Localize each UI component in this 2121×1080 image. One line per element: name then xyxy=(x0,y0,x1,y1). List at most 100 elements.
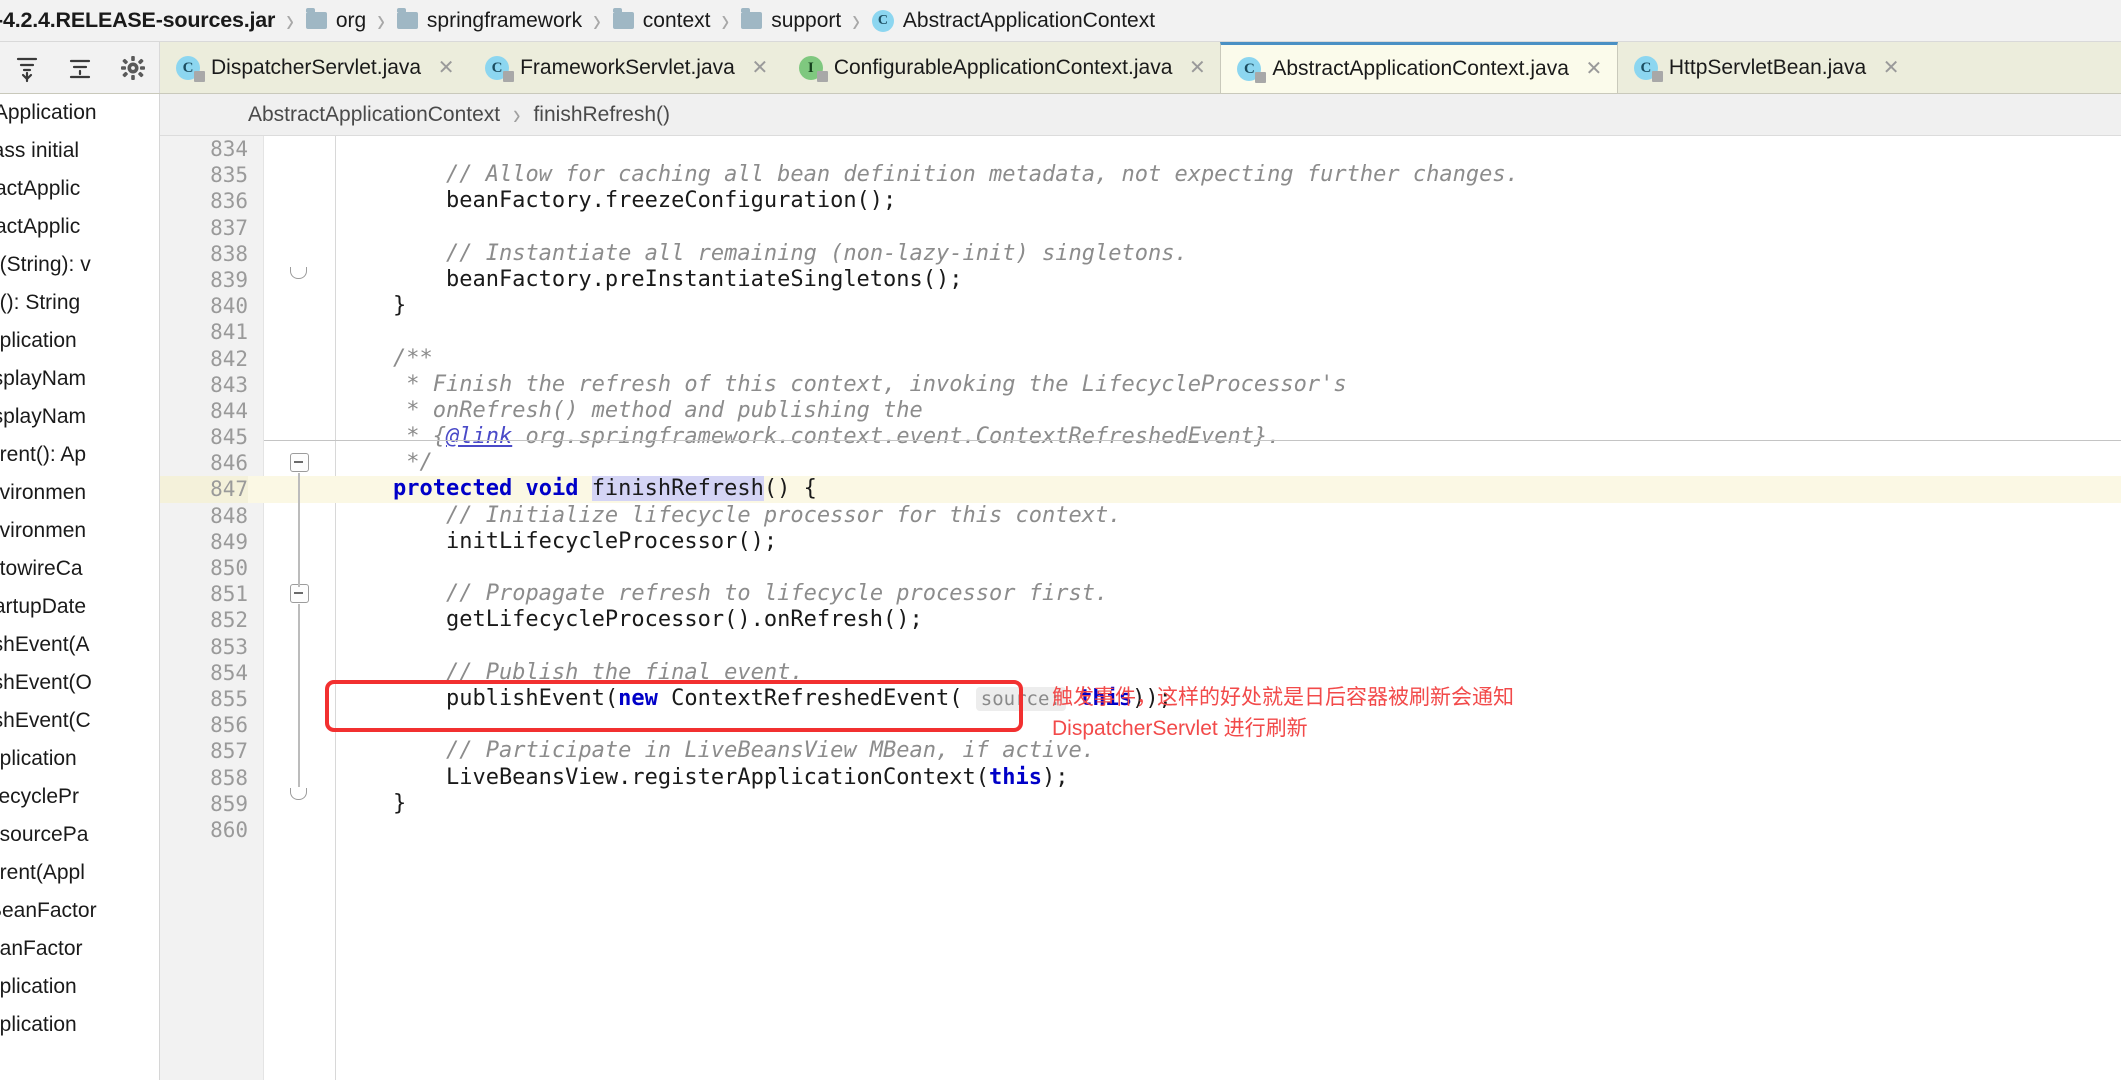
breadcrumb-item-context[interactable]: context xyxy=(613,0,711,42)
tab-close-icon[interactable]: ✕ xyxy=(1188,58,1206,78)
code-line[interactable]: 848 // Initialize lifecycle processor fo… xyxy=(160,503,2121,529)
code-line[interactable]: 851 // Propagate refresh to lifecycle pr… xyxy=(160,581,2121,607)
structure-item[interactable]: ishEvent(O xyxy=(0,664,159,702)
code-line[interactable]: 849 initLifecycleProcessor(); xyxy=(160,529,2121,555)
tab-httpservletbean[interactable]: C HttpServletBean.java ✕ xyxy=(1618,42,1914,93)
code-line[interactable]: 858 LiveBeansView.registerApplicationCon… xyxy=(160,765,2121,791)
structure-item[interactable]: tartupDate xyxy=(0,588,159,626)
structure-item[interactable]: ishEvent(A xyxy=(0,626,159,664)
code-text: } xyxy=(340,791,406,817)
structure-item[interactable]: isplayNam xyxy=(0,398,159,436)
structure-item[interactable]: pplication xyxy=(0,740,159,778)
code-text: * Finish the refresh of this context, in… xyxy=(340,372,1347,398)
code-line[interactable]: 850 xyxy=(160,555,2121,581)
code-line[interactable]: 844 * onRefresh() method and publishing … xyxy=(160,398,2121,424)
code-line[interactable]: 847 protected void finishRefresh() { xyxy=(160,476,2121,502)
breadcrumb-item-org[interactable]: org xyxy=(306,0,366,42)
structure-item[interactable]: tApplication xyxy=(0,94,159,132)
code-line[interactable]: 845 * {@link org.springframework.context… xyxy=(160,424,2121,450)
structure-item[interactable]: isplayNam xyxy=(0,360,159,398)
code-line[interactable]: 841 xyxy=(160,319,2121,345)
code-line[interactable]: 842 /** xyxy=(160,346,2121,372)
code-text: // Instantiate all remaining (non-lazy-i… xyxy=(340,241,1188,267)
breadcrumb-separator: › xyxy=(286,1,294,40)
code-editor[interactable]: 834835 // Allow for caching all bean def… xyxy=(160,136,2121,1080)
structure-item[interactable]: ishEvent(C xyxy=(0,702,159,740)
tab-abstractapplicationcontext[interactable]: C AbstractApplicationContext.java ✕ xyxy=(1220,42,1618,93)
structure-item[interactable]: d(): String xyxy=(0,284,159,322)
structure-item[interactable]: d(String): v xyxy=(0,246,159,284)
code-line[interactable]: 837 xyxy=(160,215,2121,241)
structure-item[interactable]: pplication xyxy=(0,322,159,360)
breadcrumb-label: org xyxy=(336,9,366,33)
expand-all-icon[interactable] xyxy=(12,53,42,83)
settings-gear-icon[interactable] xyxy=(118,53,148,83)
line-number: 847 xyxy=(160,476,248,502)
breadcrumb-jar-label: -4.2.4.RELEASE-sources.jar xyxy=(0,8,275,33)
tab-close-icon[interactable]: ✕ xyxy=(751,58,769,78)
structure-item[interactable]: nvironmen xyxy=(0,512,159,550)
structure-item[interactable]: utowireCa xyxy=(0,550,159,588)
fold-collapse-marker-javadoc[interactable] xyxy=(290,453,310,473)
structure-item[interactable]: lass initial xyxy=(0,132,159,170)
code-line[interactable]: 853 xyxy=(160,634,2121,660)
tab-label: HttpServletBean.java xyxy=(1669,56,1866,80)
line-number: 859 xyxy=(160,791,248,817)
breadcrumb-label: support xyxy=(771,9,841,33)
code-line[interactable]: 859 } xyxy=(160,791,2121,817)
fold-collapse-marker-method[interactable] xyxy=(290,584,310,604)
structure-item[interactable]: ractApplic xyxy=(0,170,159,208)
structure-item[interactable]: ractApplic xyxy=(0,208,159,246)
structure-item[interactable]: eanFactor xyxy=(0,930,159,968)
java-class-icon: C xyxy=(1237,57,1261,81)
code-line[interactable]: 843 * Finish the refresh of this context… xyxy=(160,372,2121,398)
line-number: 856 xyxy=(160,712,248,738)
code-line[interactable]: 839 beanFactory.preInstantiateSingletons… xyxy=(160,267,2121,293)
code-line[interactable]: 852 getLifecycleProcessor().onRefresh(); xyxy=(160,607,2121,633)
code-text: // Allow for caching all bean definition… xyxy=(340,162,1519,188)
tab-configurableapplicationcontext[interactable]: I ConfigurableApplicationContext.java ✕ xyxy=(783,42,1221,93)
line-number: 858 xyxy=(160,765,248,791)
breadcrumb-item-springframework[interactable]: springframework xyxy=(397,0,582,42)
structure-item[interactable]: nvironmen xyxy=(0,474,159,512)
structure-item[interactable]: pplication xyxy=(0,968,159,1006)
line-number: 854 xyxy=(160,660,248,686)
code-line[interactable]: 840 } xyxy=(160,293,2121,319)
java-interface-icon: I xyxy=(799,56,823,80)
code-line[interactable]: 836 beanFactory.freezeConfiguration(); xyxy=(160,188,2121,214)
tab-dispatcherservlet[interactable]: C DispatcherServlet.java ✕ xyxy=(160,42,469,93)
structure-item[interactable]: esourcePа xyxy=(0,816,159,854)
structure-item[interactable]: ifecyclePr xyxy=(0,778,159,816)
collapse-all-icon[interactable] xyxy=(65,53,95,83)
tab-close-icon[interactable]: ✕ xyxy=(1585,59,1603,79)
tab-close-icon[interactable]: ✕ xyxy=(437,58,455,78)
tab-frameworkservlet[interactable]: C FrameworkServlet.java ✕ xyxy=(469,42,783,93)
fold-end-marker[interactable] xyxy=(290,267,307,279)
code-line[interactable]: 846 */ xyxy=(160,450,2121,476)
code-line[interactable]: 838 // Instantiate all remaining (non-la… xyxy=(160,241,2121,267)
method-breadcrumb-class[interactable]: AbstractApplicationContext xyxy=(248,103,500,127)
tab-close-icon[interactable]: ✕ xyxy=(1882,58,1900,78)
structure-panel[interactable]: tApplicationlass initialractApplicractAp… xyxy=(0,94,160,1080)
code-text: */ xyxy=(340,450,433,476)
line-number: 855 xyxy=(160,686,248,712)
code-line[interactable]: 835 // Allow for caching all bean defini… xyxy=(160,162,2121,188)
java-class-icon: C xyxy=(485,56,509,80)
tab-list: C DispatcherServlet.java ✕ C FrameworkSe… xyxy=(160,42,2121,93)
line-number: 834 xyxy=(160,136,248,162)
structure-item[interactable]: BeanFactor xyxy=(0,892,159,930)
structure-item[interactable]: pplication xyxy=(0,1006,159,1044)
structure-item[interactable]: arent(): Ap xyxy=(0,436,159,474)
breadcrumb-item-support[interactable]: support xyxy=(741,0,841,42)
code-line[interactable]: 834 xyxy=(160,136,2121,162)
structure-item[interactable]: arent(Appl xyxy=(0,854,159,892)
breadcrumb-separator: › xyxy=(722,1,730,40)
line-number: 837 xyxy=(160,215,248,241)
annotation-text: 触发事件，这样的好处就是日后容器被刷新会通知 DispatcherServlet… xyxy=(1052,682,1514,744)
breadcrumb-item-class[interactable]: C AbstractApplicationContext xyxy=(872,0,1155,42)
breadcrumb-item-jar[interactable]: -4.2.4.RELEASE-sources.jar xyxy=(0,0,275,42)
method-separator-line xyxy=(264,440,2121,441)
code-line[interactable]: 860 xyxy=(160,817,2121,843)
fold-end-marker[interactable] xyxy=(290,788,307,800)
method-breadcrumb-method[interactable]: finishRefresh() xyxy=(533,103,670,127)
